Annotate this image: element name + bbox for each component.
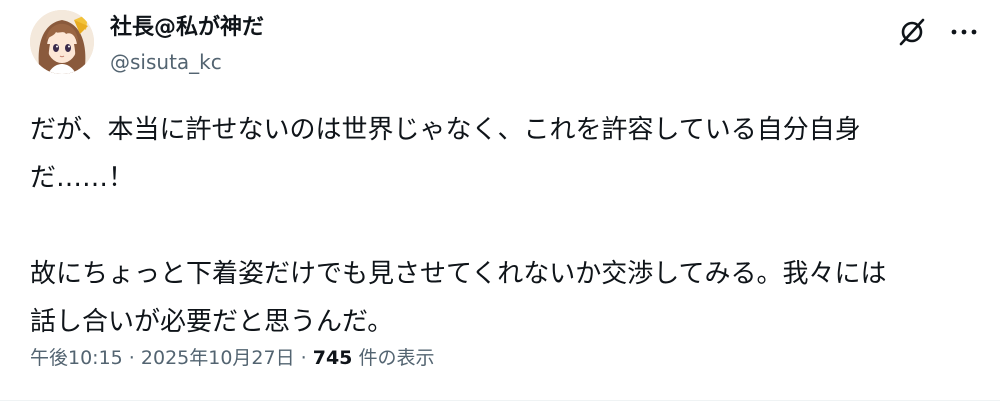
tweet-meta: 午後10:15 · 2025年10月27日 · 745 件の表示 [30,344,434,372]
more-dots-icon[interactable] [948,16,980,48]
grok-icon[interactable] [896,16,928,48]
tweet-text-line: だが、本当に許せないのは世界じゃなく、これを許容している自分自身 [30,115,861,145]
avatar[interactable] [30,10,94,74]
divider [0,400,1000,401]
tweet-card: 社長@私が神だ @sisuta_kc だが、本当に許せないのは世界じゃなく、これ… [0,0,1000,408]
tweet-text-line: 故にちょっと下着姿だけでも見させてくれないか交渉してみる。我々には [30,259,887,289]
tweet-text: だが、本当に許せないのは世界じゃなく、これを許容している自分自身 だ……！ 故に… [30,106,975,346]
author-block: 社長@私が神だ @sisuta_kc [110,14,264,76]
post-time[interactable]: 午後10:15 [30,347,123,369]
views-count[interactable]: 745 [313,347,353,369]
post-date[interactable]: 2025年10月27日 [141,347,295,369]
meta-separator: · [122,347,141,369]
display-name[interactable]: 社長@私が神だ [110,14,264,42]
views-label: 件の表示 [352,347,435,369]
user-handle[interactable]: @sisuta_kc [110,48,264,76]
avatar-anime-girl-icon [30,10,94,74]
tweet-text-line: だ……！ [30,163,135,193]
tweet-text-line: 話し合いが必要だと思うんだ。 [30,307,394,337]
meta-separator: · [294,347,313,369]
